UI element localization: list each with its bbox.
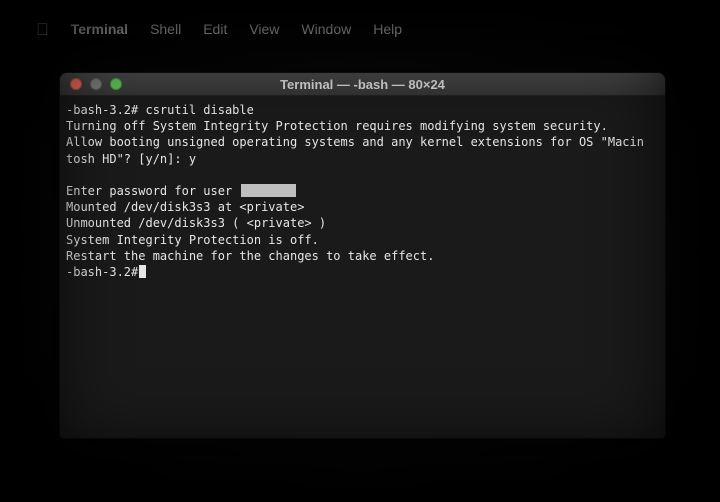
minimize-icon[interactable]	[90, 78, 102, 90]
apple-menu-icon[interactable]: 	[36, 21, 49, 38]
close-icon[interactable]	[70, 78, 82, 90]
menu-bar:  Terminal Shell Edit View Window Help	[36, 18, 680, 40]
menu-edit[interactable]: Edit	[203, 21, 227, 37]
term-line: Enter password for user	[66, 184, 296, 198]
terminal-content[interactable]: -bash-3.2# csrutil disable Turning off S…	[60, 96, 665, 438]
term-line: Unmounted /dev/disk3s3 ( <private> )	[66, 216, 326, 230]
prompt: -bash-3.2#	[66, 103, 138, 117]
prompt: -bash-3.2#	[66, 265, 138, 279]
term-line: System Integrity Protection is off.	[66, 233, 319, 247]
term-line: tosh HD"? [y/n]: y	[66, 152, 196, 166]
cursor-icon	[139, 265, 146, 278]
menu-view[interactable]: View	[249, 21, 279, 37]
term-line: Restart the machine for the changes to t…	[66, 249, 434, 263]
prompt-question: tosh HD"? [y/n]:	[66, 152, 182, 166]
user-answer: y	[189, 152, 196, 166]
terminal-window: Terminal — -bash — 80×24 -bash-3.2# csru…	[60, 73, 665, 438]
app-menu[interactable]: Terminal	[71, 21, 128, 37]
menu-help[interactable]: Help	[373, 21, 402, 37]
menu-shell[interactable]: Shell	[150, 21, 181, 37]
password-prompt: Enter password for user	[66, 184, 232, 198]
term-line: Mounted /dev/disk3s3 at <private>	[66, 200, 304, 214]
term-line: -bash-3.2#	[66, 265, 146, 279]
term-line: Turning off System Integrity Protection …	[66, 119, 608, 133]
term-line: Allow booting unsigned operating systems…	[66, 135, 644, 149]
traffic-lights	[60, 78, 122, 90]
window-title: Terminal — -bash — 80×24	[60, 77, 665, 92]
password-redacted	[241, 184, 296, 197]
command: csrutil disable	[145, 103, 253, 117]
menu-window[interactable]: Window	[301, 21, 351, 37]
term-line: -bash-3.2# csrutil disable	[66, 103, 254, 117]
zoom-icon[interactable]	[110, 78, 122, 90]
window-titlebar[interactable]: Terminal — -bash — 80×24	[60, 73, 665, 96]
